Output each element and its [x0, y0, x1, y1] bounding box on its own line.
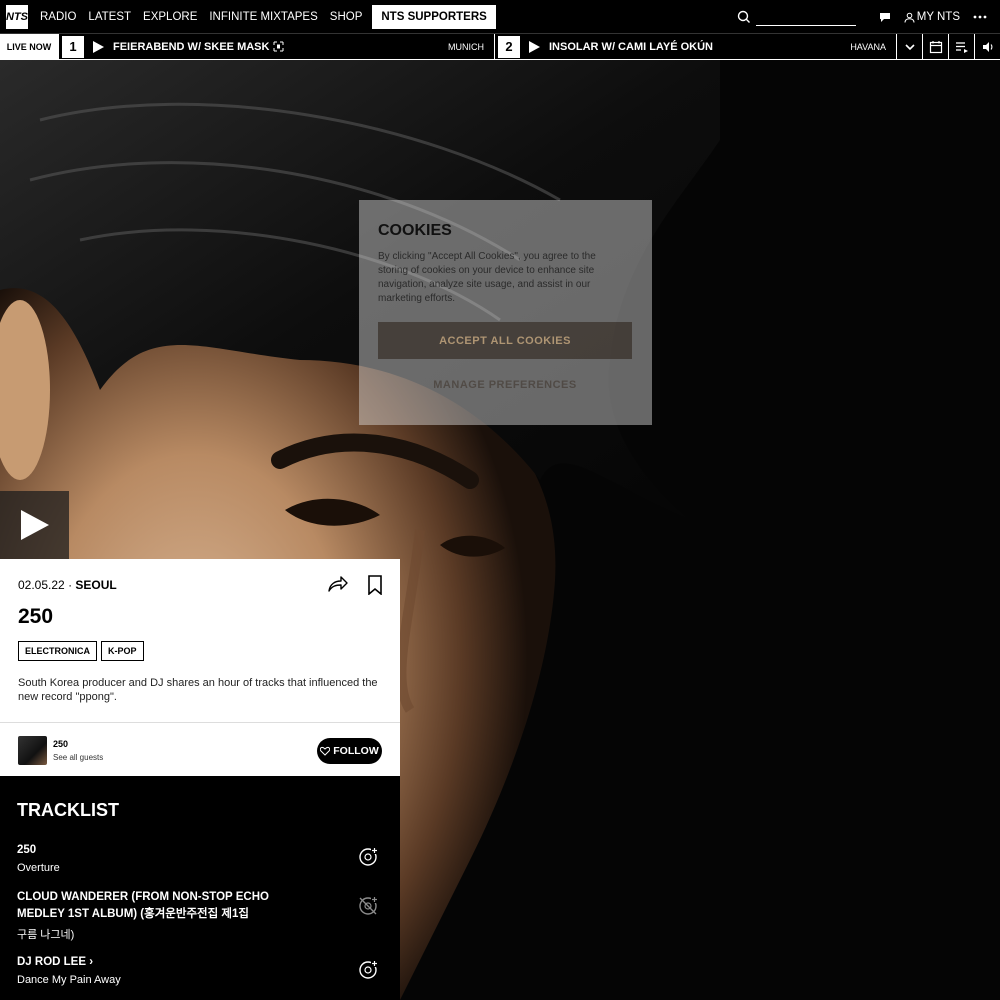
cookie-banner: COOKIES By clicking "Accept All Cookies"… [359, 200, 652, 425]
genre-tag-electronica[interactable]: ELECTRONICA [18, 641, 97, 661]
playlist-icon [955, 41, 968, 53]
nts-logo[interactable]: NTS [6, 4, 28, 29]
nav-infinite-mixtapes[interactable]: INFINITE MIXTAPES [209, 11, 317, 23]
follow-label: FOLLOW [333, 745, 379, 757]
add-to-collection-icon[interactable] [358, 847, 378, 867]
add-to-collection-icon[interactable] [358, 960, 378, 980]
my-nts-label: MY NTS [916, 11, 960, 23]
repeat-icon [273, 41, 284, 52]
chat-icon[interactable] [878, 10, 892, 24]
track-item: DJ ROD LEE › Dance My Pain Away [17, 954, 397, 986]
cookies-text: By clicking "Accept All Cookies", you ag… [378, 251, 596, 304]
play-icon[interactable] [93, 40, 104, 53]
channel-2-location: HAVANA [850, 41, 886, 52]
episode-meta: 02.05.22 · SEOUL [18, 578, 117, 592]
channel-1-number: 1 [62, 35, 84, 58]
search-icon[interactable] [736, 9, 752, 25]
genre-tags: ELECTRONICA K-POP [18, 641, 148, 661]
volume-icon [982, 41, 992, 52]
user-icon [904, 12, 915, 23]
my-nts-link[interactable]: MY NTS [904, 11, 960, 23]
track-item: CLOUD WANDERER (FROM NON-STOP ECHO MEDLE… [17, 889, 397, 942]
channel-1-location: MUNICH [448, 41, 484, 52]
queue-button[interactable] [948, 34, 974, 59]
nav-supporters-button[interactable]: NTS SUPPORTERS [372, 4, 496, 29]
expand-button[interactable] [896, 34, 922, 59]
tracklist: TRACKLIST 250 Overture CLOUD WANDERER (F… [0, 776, 400, 1000]
schedule-button[interactable] [922, 34, 948, 59]
live-bar: LIVE NOW 1 FEIERABEND W/ SKEE MASK MUNIC… [0, 34, 1000, 60]
channel-2-number: 2 [498, 35, 520, 58]
accept-all-cookies-button[interactable]: ACCEPT ALL COOKIES [378, 322, 632, 359]
nav-explore[interactable]: EXPLORE [143, 11, 197, 23]
tracklist-title: TRACKLIST [17, 800, 119, 820]
bookmark-icon[interactable] [367, 575, 383, 595]
episode-description: South Korea producer and DJ shares an ho… [18, 677, 378, 703]
nav-right: MY NTS [736, 0, 1000, 34]
nav-latest[interactable]: LATEST [88, 11, 131, 23]
track-title: 구름 나그네) [17, 929, 75, 941]
more-icon[interactable] [972, 9, 988, 25]
nav-shop[interactable]: SHOP [330, 11, 363, 23]
nav-radio[interactable]: RADIO [40, 11, 76, 23]
cookies-title: COOKIES [378, 222, 452, 239]
track-item: 250 Overture [17, 842, 397, 874]
chevron-down-icon [904, 43, 915, 50]
track-artist-name: DJ ROD LEE [17, 956, 87, 968]
track-artist: CLOUD WANDERER (FROM NON-STOP ECHO MEDLE… [17, 891, 269, 920]
manage-preferences-button[interactable]: MANAGE PREFERENCES [378, 372, 632, 398]
play-icon[interactable] [529, 40, 540, 53]
follow-button[interactable]: FOLLOW [317, 738, 382, 764]
episode-title: 250 [18, 605, 54, 628]
heart-icon [320, 746, 331, 756]
guest-name[interactable]: 250 [53, 739, 68, 749]
channel-1-title: FEIERABEND W/ SKEE MASK [113, 40, 270, 53]
guest-row: 250 See all guests FOLLOW [0, 722, 400, 776]
track-artist[interactable]: DJ ROD LEE › [17, 954, 307, 971]
share-icon[interactable] [327, 575, 348, 593]
track-title: Overture [17, 862, 60, 874]
channel-1[interactable]: 1 FEIERABEND W/ SKEE MASK MUNICH [58, 34, 494, 59]
guest-avatar[interactable] [18, 736, 47, 765]
top-nav: NTS RADIO LATEST EXPLORE INFINITE MIXTAP… [0, 0, 1000, 34]
track-artist: 250 [17, 844, 37, 856]
see-all-guests-link[interactable]: See all guests [53, 753, 103, 762]
search-input[interactable] [755, 8, 856, 26]
add-to-collection-disabled-icon [359, 896, 378, 915]
volume-button[interactable] [974, 34, 1000, 59]
channel-2-title: INSOLAR W/ CAMI LAYÉ OKÚN [549, 40, 713, 53]
track-title: Dance My Pain Away [17, 974, 121, 986]
genre-tag-kpop[interactable]: K-POP [101, 641, 144, 661]
calendar-icon [929, 40, 942, 53]
play-icon [20, 510, 49, 540]
episode-play-button[interactable] [0, 491, 69, 559]
episode-location[interactable]: SEOUL [75, 578, 116, 592]
episode-date: 02.05.22 [18, 578, 65, 592]
channel-2[interactable]: 2 INSOLAR W/ CAMI LAYÉ OKÚN HAVANA [494, 34, 896, 59]
chevron-right-icon: › [86, 956, 94, 968]
live-now-label: LIVE NOW [0, 34, 58, 59]
